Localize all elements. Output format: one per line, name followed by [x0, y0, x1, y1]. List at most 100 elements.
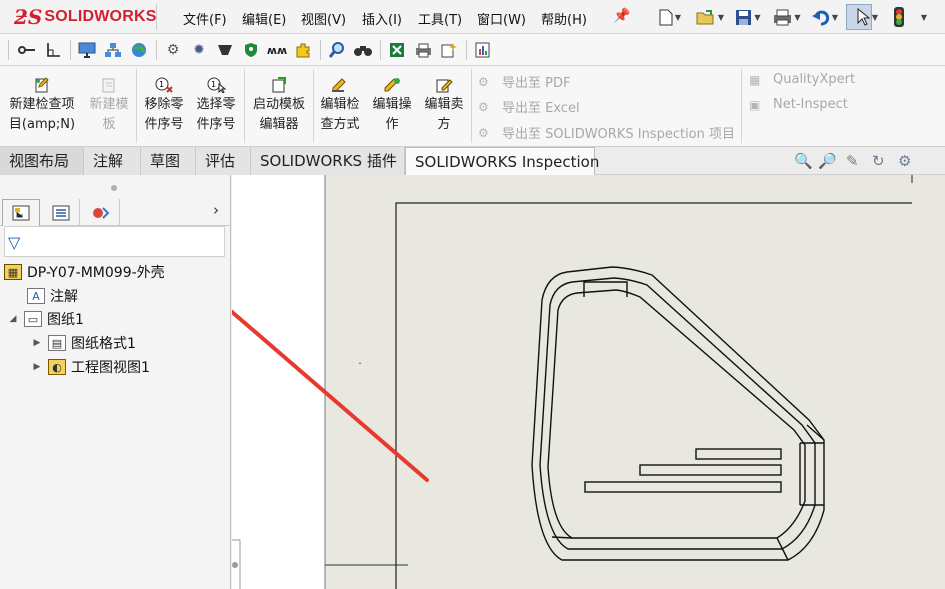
menu-file[interactable]: 文件(F) [183, 9, 227, 28]
edit-vendor-button[interactable]: 编辑卖 方 [420, 77, 468, 135]
solidworks-logo[interactable]: ƻS SOLIDWORKS [14, 4, 157, 30]
remove-balloon-button[interactable]: 1 移除零 件序号 [140, 77, 188, 135]
chevron-right-icon[interactable]: › [213, 201, 219, 219]
select-dropdown[interactable]: ▼ [850, 5, 884, 29]
printer-icon [415, 43, 431, 57]
menu-bar: ƻS SOLIDWORKS 文件(F) 编辑(E) 视图(V) 插入(I) 工具… [0, 0, 945, 34]
tree-item-sheet[interactable]: ◢ ▭ 图纸1 [6, 309, 84, 329]
tab-evaluate[interactable]: 评估 [196, 147, 251, 175]
tool-button-6[interactable]: ⚙ [163, 40, 183, 60]
remove-balloon-icon: 1 [140, 77, 188, 95]
separator [244, 69, 245, 143]
net-inspect-button[interactable]: ▣ Net-Inspect [749, 97, 848, 112]
new-inspection-label-2: 目(amp;N) [8, 117, 76, 132]
svg-text:1: 1 [159, 80, 164, 89]
export-project-button[interactable]: ⚙ 导出至 SOLIDWORKS Inspection 项目 [478, 123, 735, 143]
tool-button-12[interactable] [327, 40, 347, 60]
menu-help[interactable]: 帮助(H) [541, 9, 587, 28]
menu-insert[interactable]: 插入(I) [362, 9, 402, 28]
tree-item-label: 注解 [50, 289, 78, 305]
print-button[interactable]: ▼ [770, 5, 804, 29]
tool-button-14[interactable] [387, 40, 407, 60]
tool-button-4[interactable] [103, 40, 123, 60]
zoom-fit-icon[interactable]: 🔍 [794, 152, 813, 170]
undo-button[interactable]: ▼ [808, 5, 842, 29]
tool-button-5[interactable] [129, 40, 149, 60]
scroll-indicator[interactable] [232, 562, 238, 568]
edit-operation-icon [368, 77, 416, 95]
tool-button-15[interactable] [413, 40, 433, 60]
select-balloon-button[interactable]: 1 选择零 件序号 [192, 77, 240, 135]
shield-icon [245, 43, 257, 57]
zoom-area-icon[interactable]: 🔎 [818, 152, 837, 170]
undo-icon [811, 10, 830, 26]
drawing-icon: ▦ [4, 264, 22, 280]
pane-grip[interactable] [111, 185, 117, 191]
menu-window[interactable]: 窗口(W) [477, 9, 526, 28]
expand-icon[interactable]: ▶ [30, 338, 44, 348]
tree-item-annotations[interactable]: A 注解 [27, 286, 78, 306]
drawing-canvas[interactable]: ˆ [232, 175, 945, 589]
export-excel-button[interactable]: ⚙ 导出至 Excel [478, 97, 580, 117]
edit-sketch-icon[interactable]: ✎ [846, 152, 859, 170]
new-inspection-button[interactable]: 新建检查项 目(amp;N) [4, 77, 80, 135]
save-icon [736, 9, 752, 25]
tool-button-1[interactable] [17, 40, 37, 60]
new-template-button[interactable]: 新建模 板 [84, 77, 134, 135]
network-icon [105, 43, 121, 57]
collapse-icon[interactable]: ◢ [6, 314, 20, 324]
tool-button-13[interactable] [353, 40, 373, 60]
separator [156, 40, 157, 60]
menu-edit[interactable]: 编辑(E) [242, 9, 286, 28]
new-document-button[interactable]: ▼ [653, 5, 687, 29]
tree-item-sheet-format[interactable]: ▶ ▤ 图纸格式1 [30, 333, 136, 353]
export-pdf-button[interactable]: ⚙ 导出至 PDF [478, 72, 570, 92]
save-button[interactable]: ▼ [731, 5, 765, 29]
tool-button-7[interactable]: ✹ [189, 40, 209, 60]
separator [313, 69, 314, 143]
tab-view-layout[interactable]: 视图布局 [0, 147, 84, 175]
qualityxpert-label: QualityXpert [773, 72, 856, 87]
tool-button-11[interactable] [293, 40, 313, 60]
expand-icon[interactable]: ▶ [30, 362, 44, 372]
tab-annotation[interactable]: 注解 [84, 147, 141, 175]
tool-button-9[interactable] [241, 40, 261, 60]
filter-icon[interactable]: ▽ [8, 233, 20, 252]
drawing-view-icon: ◐ [48, 359, 66, 375]
tree-item-drawing-view[interactable]: ▶ ◐ 工程图视图1 [30, 357, 150, 377]
tab-solidworks-addins[interactable]: SOLIDWORKS 插件 [251, 147, 405, 175]
tool-button-16[interactable] [439, 40, 459, 60]
tab-solidworks-inspection[interactable]: SOLIDWORKS Inspection [405, 147, 599, 175]
more-options-button[interactable]: ▼ [915, 5, 931, 29]
rebuild-light-button[interactable] [889, 5, 909, 29]
tool-button-10[interactable]: ʍʍ [267, 40, 287, 60]
menu-tools[interactable]: 工具(T) [418, 9, 462, 28]
tree-root[interactable]: ▦ DP-Y07-MM099-外壳 [4, 262, 165, 282]
separator [466, 40, 467, 60]
tree-filter[interactable] [4, 226, 225, 257]
edit-operation-button[interactable]: 编辑操 作 [368, 77, 416, 135]
wave-icon: ʍʍ [266, 43, 288, 57]
puzzle-icon [296, 43, 310, 58]
view-settings-icon[interactable]: ⚙ [898, 152, 911, 170]
export-icon: ⚙ [478, 125, 489, 140]
tool-button-17[interactable] [473, 40, 493, 60]
tab-sketch[interactable]: 草图 [141, 147, 196, 175]
feature-tree-tab[interactable] [2, 199, 40, 226]
pin-icon[interactable]: 📌 [613, 8, 630, 24]
template-editor-button[interactable]: 启动模板 编辑器 [248, 77, 310, 135]
menu-view[interactable]: 视图(V) [301, 9, 346, 28]
tool-button-2[interactable] [43, 40, 63, 60]
config-manager-icon [92, 206, 109, 219]
edit-inspection-button[interactable]: 编辑检 查方式 [316, 77, 364, 135]
sheet-icon: ▭ [24, 311, 42, 327]
globe-icon [132, 43, 146, 57]
config-manager-tab[interactable] [82, 199, 120, 226]
chevron-down-icon: ▼ [920, 12, 928, 22]
tool-button-8[interactable] [215, 40, 235, 60]
rotate-icon[interactable]: ↻ [872, 152, 885, 170]
open-button[interactable]: ▼ [692, 5, 728, 29]
qualityxpert-button[interactable]: ▦ QualityXpert [749, 72, 855, 87]
tool-button-3[interactable] [77, 40, 97, 60]
property-manager-tab[interactable] [42, 199, 80, 226]
